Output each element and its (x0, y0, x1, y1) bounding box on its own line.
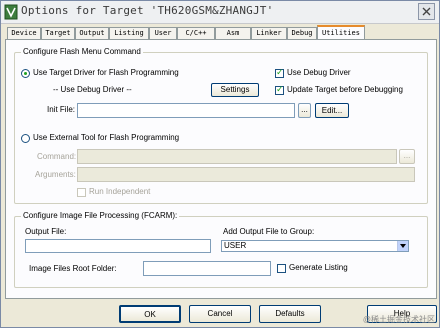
tab-linker[interactable]: Linker (251, 27, 287, 39)
tab-target[interactable]: Target (41, 27, 75, 39)
tab-debug[interactable]: Debug (287, 27, 317, 39)
use-external-tool-label: Use External Tool for Flash Programming (33, 133, 180, 142)
use-external-tool-radio[interactable] (21, 134, 30, 143)
init-file-input[interactable] (77, 103, 295, 118)
tab-cpp[interactable]: C/C++ (177, 27, 215, 39)
add-output-group-value: USER (224, 241, 247, 250)
use-target-driver-radio[interactable] (21, 69, 30, 78)
utilities-panel: Configure Flash Menu Command Use Target … (5, 39, 437, 299)
image-processing-group: Configure Image File Processing (FCARM):… (14, 211, 428, 288)
close-button[interactable] (418, 3, 435, 20)
root-folder-input[interactable] (143, 261, 271, 276)
init-file-label: Init File: (47, 105, 76, 114)
image-group-title: Configure Image File Processing (FCARM): (21, 211, 180, 220)
arguments-label: Arguments: (35, 170, 76, 179)
settings-button[interactable]: Settings (211, 83, 259, 97)
tab-strip: Device Target Output Listing User C/C++ … (5, 25, 437, 40)
add-output-label: Add Output File to Group: (223, 227, 315, 236)
tab-device[interactable]: Device (7, 27, 41, 39)
use-debug-driver-label: Use Debug Driver (287, 68, 351, 77)
update-target-checkbox[interactable] (275, 85, 284, 95)
add-output-group-select[interactable]: USER (221, 240, 409, 252)
defaults-button[interactable]: Defaults (259, 305, 321, 323)
tab-asm[interactable]: Asm (215, 27, 251, 39)
generate-listing-checkbox[interactable] (277, 264, 286, 273)
chevron-down-icon[interactable] (397, 241, 408, 251)
run-independent-checkbox (77, 188, 86, 197)
tab-listing[interactable]: Listing (109, 27, 149, 39)
command-input (77, 149, 397, 164)
close-icon (422, 7, 431, 16)
run-independent-label: Run Independent (89, 187, 151, 196)
keil-app-icon (4, 4, 18, 20)
update-target-label: Update Target before Debugging (287, 85, 403, 94)
tab-user[interactable]: User (149, 27, 177, 39)
window-title: Options for Target 'TH620GSM&ZHANGJT' (21, 4, 274, 17)
driver-select[interactable]: -- Use Debug Driver -- (53, 85, 132, 95)
watermark-text: @稀土掘金技术社区 (362, 315, 435, 324)
use-target-driver-label: Use Target Driver for Flash Programming (33, 68, 179, 77)
edit-button[interactable]: Edit... (315, 103, 349, 118)
cancel-button[interactable]: Cancel (189, 305, 251, 323)
ok-button[interactable]: OK (119, 305, 181, 323)
init-file-browse-button[interactable]: ... (298, 103, 311, 118)
generate-listing-label: Generate Listing (289, 263, 348, 272)
tab-utilities[interactable]: Utilities (317, 25, 365, 40)
command-label: Command: (37, 152, 77, 161)
arguments-input (77, 167, 415, 182)
tab-output[interactable]: Output (75, 27, 109, 39)
title-bar: Options for Target 'TH620GSM&ZHANGJT' (1, 1, 439, 24)
use-debug-driver-checkbox[interactable] (275, 68, 284, 78)
output-file-label: Output File: (25, 227, 67, 236)
flash-menu-group: Configure Flash Menu Command Use Target … (14, 47, 428, 204)
options-dialog: Options for Target 'TH620GSM&ZHANGJT' De… (0, 0, 440, 328)
output-file-input[interactable] (25, 239, 211, 253)
command-browse-button: ... (399, 149, 415, 164)
root-folder-label: Image Files Root Folder: (29, 264, 117, 273)
flash-group-title: Configure Flash Menu Command (21, 47, 143, 56)
